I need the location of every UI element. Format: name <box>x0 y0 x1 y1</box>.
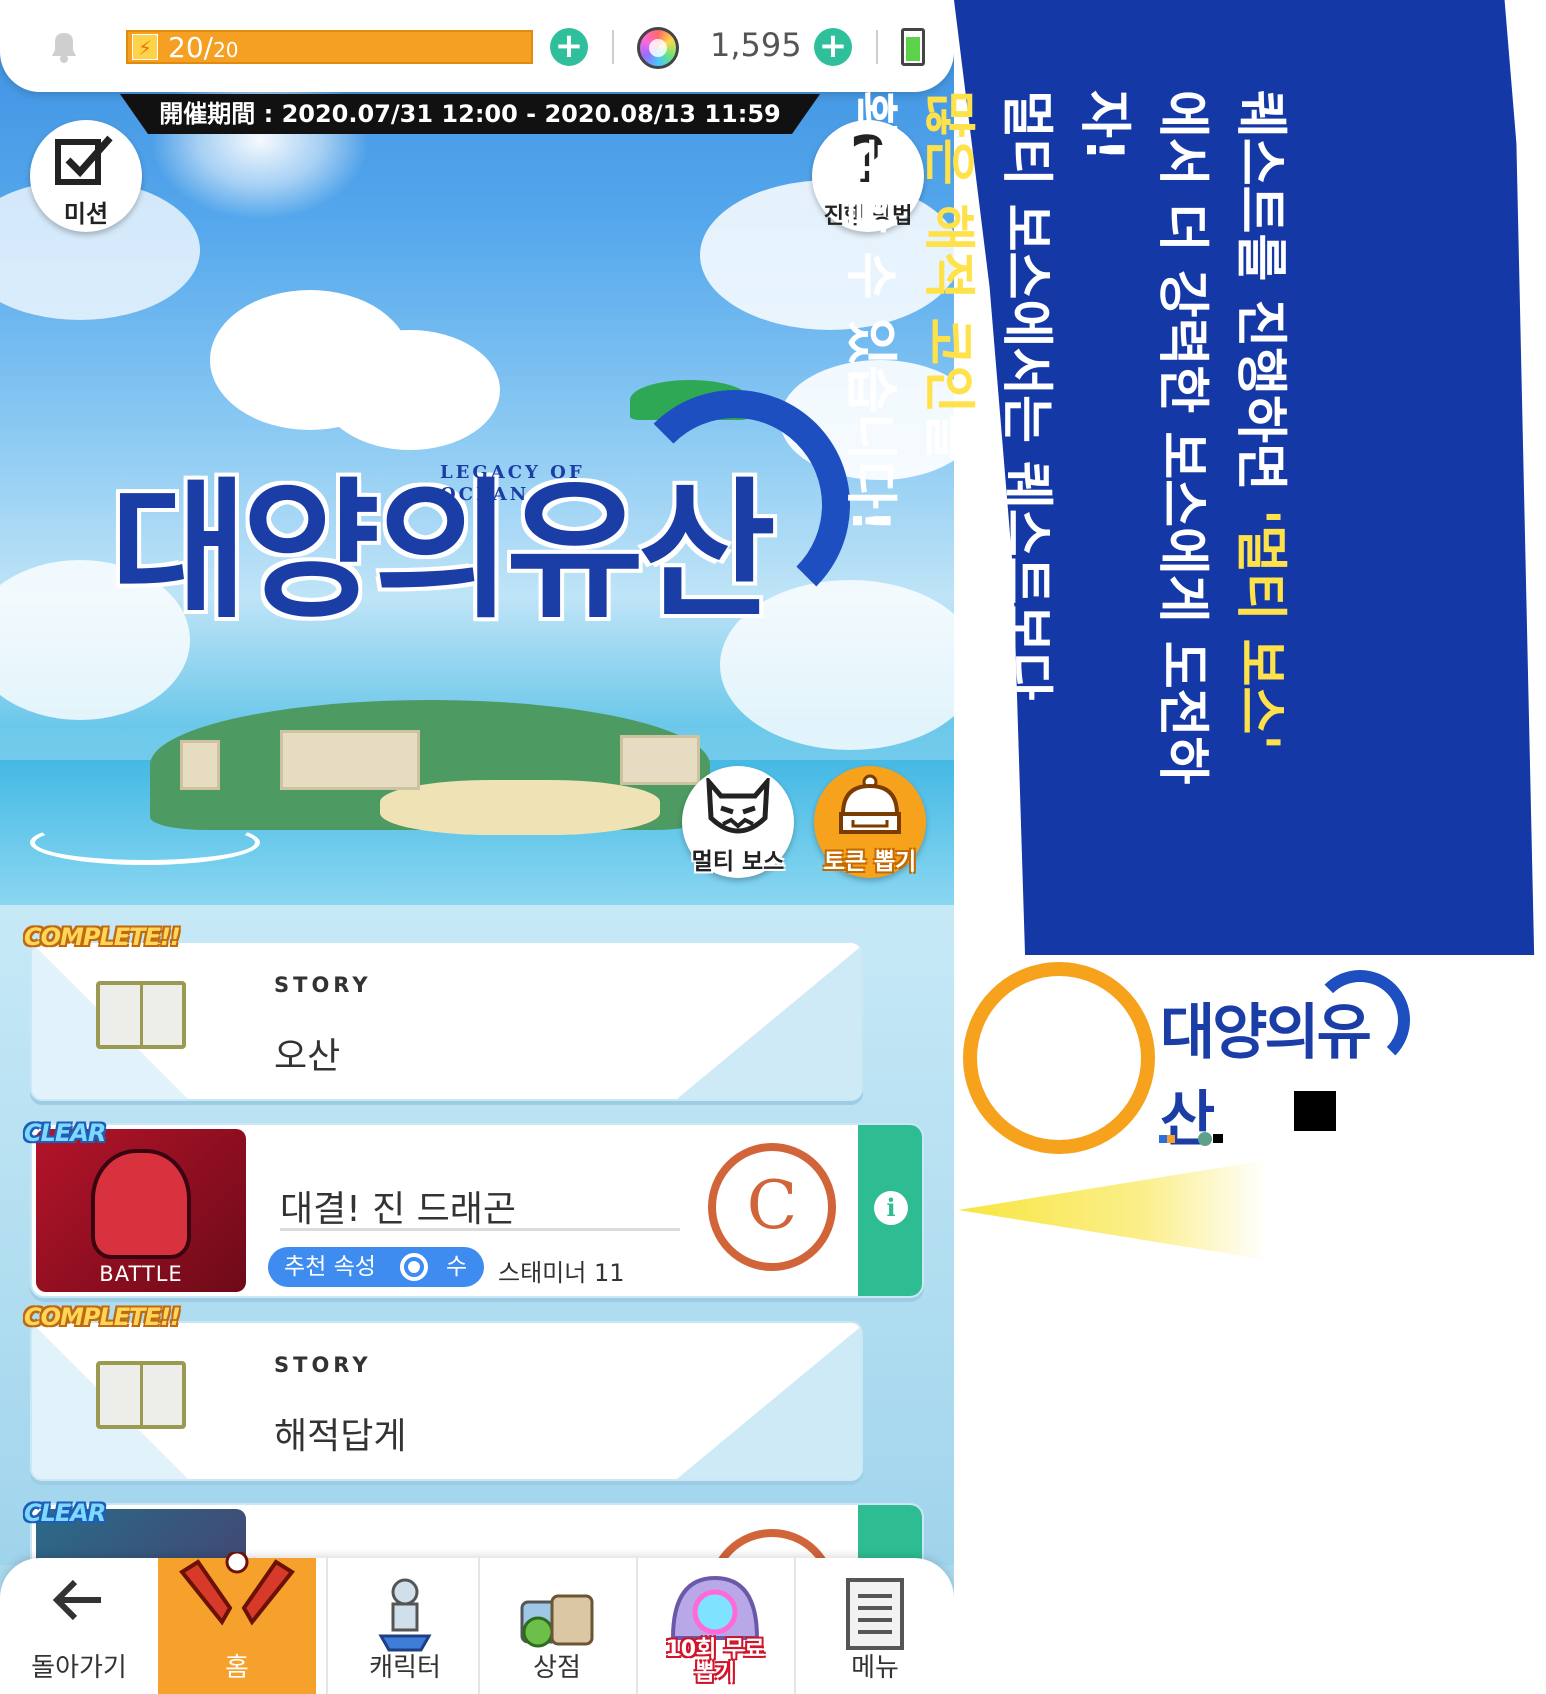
nav-back-label: 돌아가기 <box>31 1653 127 1683</box>
quest-card-battle[interactable]: BATTLE 대결! 진 드래곤 추천 속성 수 스태미너 11 C i <box>30 1123 924 1298</box>
promo-line2: 에서 더 강력한 보스에게 도전하자! <box>1074 90 1212 785</box>
card-decoration <box>672 1323 861 1479</box>
monster-face-icon <box>706 778 770 834</box>
battery-icon <box>901 28 925 66</box>
rank-emblem: C <box>708 1143 836 1271</box>
promo-line: 많은 해적 코인을 <box>909 90 987 850</box>
nav-shop-label: 상점 <box>533 1653 581 1683</box>
gacha-orb-icon <box>670 1575 760 1640</box>
checkbox-icon <box>55 135 113 185</box>
recommend-value: 수 <box>446 1254 468 1280</box>
recommend-label: 추천 속성 <box>284 1254 376 1280</box>
crossed-wings-icon <box>179 1552 295 1626</box>
rank-letter: C <box>746 1167 798 1244</box>
back-arrow-icon <box>52 1579 101 1621</box>
beach <box>380 780 660 835</box>
quest-list: STORY 오산 COMPLETE!! BATTLE 대결! 진 드래곤 추천 … <box>0 905 954 1623</box>
divider <box>876 30 878 64</box>
bottom-navigation: 돌아가기 홈 캐릭터 상점 10회 무료 뽑기 메뉴 <box>0 1552 954 1694</box>
gacha-free-badge: 10회 무료 뽑기 <box>636 1638 794 1686</box>
nav-menu-label: 메뉴 <box>851 1653 899 1683</box>
battle-type-label: BATTLE <box>99 1262 183 1286</box>
small-icons <box>1159 1132 1223 1146</box>
black-square <box>1294 1091 1336 1131</box>
bell-icon[interactable] <box>46 28 82 64</box>
screenshot-stage: 대양의유산 LEGACY OF OCEAN 미션 ? 진행 방법 멀티 보스 토… <box>0 0 1546 1694</box>
logo-subtitle: LEGACY OF OCEAN <box>440 462 585 505</box>
spotlight-beam <box>958 1160 1268 1260</box>
water-element-icon <box>400 1253 428 1281</box>
divider <box>280 1228 680 1231</box>
mission-button[interactable]: 미션 <box>30 120 142 232</box>
lightning-icon: ⚡ <box>132 34 158 60</box>
dragon-icon <box>91 1149 191 1259</box>
small-event-logo: 대양의유산 <box>1160 960 1410 1155</box>
nav-home[interactable]: 홈 <box>158 1552 316 1694</box>
promo-line3: 멀티 보스에서는 퀘스트보다 <box>996 90 1056 701</box>
nav-back[interactable]: 돌아가기 <box>0 1558 158 1694</box>
gem-count: 1,595 <box>710 26 802 64</box>
gacha-badge-line1: 10회 무료 <box>665 1637 765 1662</box>
ruin <box>280 730 420 790</box>
complete-badge: COMPLETE!! <box>24 923 181 951</box>
promo-text: 퀘스트를 진행하면 '멀티 보스' 에서 더 강력한 보스에게 도전하자! 멀티… <box>831 90 1299 850</box>
quest-category: STORY <box>274 1353 372 1377</box>
promo-highlight-coin: 많은 해적 코인 <box>918 90 978 414</box>
promo-highlight-multi-boss: '멀티 보스' <box>1230 508 1290 751</box>
card-decoration <box>672 943 861 1099</box>
quest-card-story[interactable]: STORY 해적답게 <box>30 1321 863 1481</box>
nav-character[interactable]: 캐릭터 <box>326 1558 484 1694</box>
gem-shine <box>649 39 667 57</box>
add-stamina-button[interactable]: + <box>550 28 588 66</box>
promo-caption: 퀘스트를 진행하면 '멀티 보스' 에서 더 강력한 보스에게 도전하자! 멀티… <box>840 0 1546 955</box>
nav-menu[interactable]: 메뉴 <box>796 1558 954 1694</box>
promo-line4: 을 <box>918 413 978 462</box>
multi-boss-label: 멀티 보스 <box>691 849 785 875</box>
mission-label: 미션 <box>63 200 109 228</box>
event-logo: 대양의유산 LEGACY OF OCEAN <box>100 380 860 680</box>
promo-line5: 획득할 수 있습니다! <box>840 90 900 533</box>
clear-badge: CLEAR <box>24 1119 106 1147</box>
event-hero: 대양의유산 LEGACY OF OCEAN 미션 ? 진행 방법 멀티 보스 토… <box>0 0 954 905</box>
info-icon: i <box>874 1191 908 1225</box>
quest-title: 해적답게 <box>274 1416 407 1457</box>
quest-title: 오산 <box>274 1036 341 1077</box>
nav-shop[interactable]: 상점 <box>478 1558 636 1694</box>
clear-badge: CLEAR <box>24 1499 106 1527</box>
game-screen: 대양의유산 LEGACY OF OCEAN 미션 ? 진행 방법 멀티 보스 토… <box>0 0 954 1694</box>
nav-character-label: 캐릭터 <box>369 1653 441 1683</box>
quest-card-story[interactable]: STORY 오산 <box>30 941 863 1101</box>
battery-level <box>906 37 920 61</box>
recommend-element-pill: 추천 속성 수 <box>268 1247 484 1287</box>
add-gem-button[interactable]: + <box>814 28 852 66</box>
stamina-value: 20/ <box>168 31 214 64</box>
ruin <box>620 735 700 785</box>
book-icon <box>96 981 186 1049</box>
nav-gacha[interactable]: 10회 무료 뽑기 <box>636 1558 794 1694</box>
quest-title: 대결! 진 드래곤 <box>280 1189 517 1230</box>
event-period: 開催期間 : 2020.07/31 12:00 - 2020.08/13 11:… <box>120 94 820 134</box>
multi-boss-button[interactable]: 멀티 보스 <box>682 766 794 878</box>
battle-thumbnail: BATTLE <box>36 1129 246 1292</box>
stamina-text: 20/20 <box>168 32 239 66</box>
info-tab[interactable]: i <box>858 1125 922 1296</box>
stamina-bar: ⚡ 20/20 <box>126 30 533 64</box>
promo-line1: 퀘스트를 진행하면 <box>1230 90 1290 509</box>
harbor-road <box>30 820 260 865</box>
ruin <box>180 740 220 790</box>
highlight-ring <box>963 962 1155 1154</box>
stamina-max: 20 <box>213 38 239 62</box>
book-icon <box>96 1361 186 1429</box>
gacha-badge-line2: 뽑기 <box>694 1661 736 1686</box>
status-bar: ⚡ 20/20 + 1,595 + <box>0 0 954 92</box>
complete-badge: COMPLETE!! <box>24 1303 181 1331</box>
nav-home-label: 홈 <box>225 1653 249 1683</box>
promo-line: 퀘스트를 진행하면 '멀티 보스' <box>1221 90 1299 850</box>
stamina-cost: 스태미너 11 <box>498 1259 625 1287</box>
quest-category: STORY <box>274 973 372 997</box>
divider <box>612 30 614 64</box>
character-statue-icon <box>378 1578 432 1652</box>
menu-list-icon <box>846 1578 904 1650</box>
rainbow-gem-icon <box>637 27 679 69</box>
